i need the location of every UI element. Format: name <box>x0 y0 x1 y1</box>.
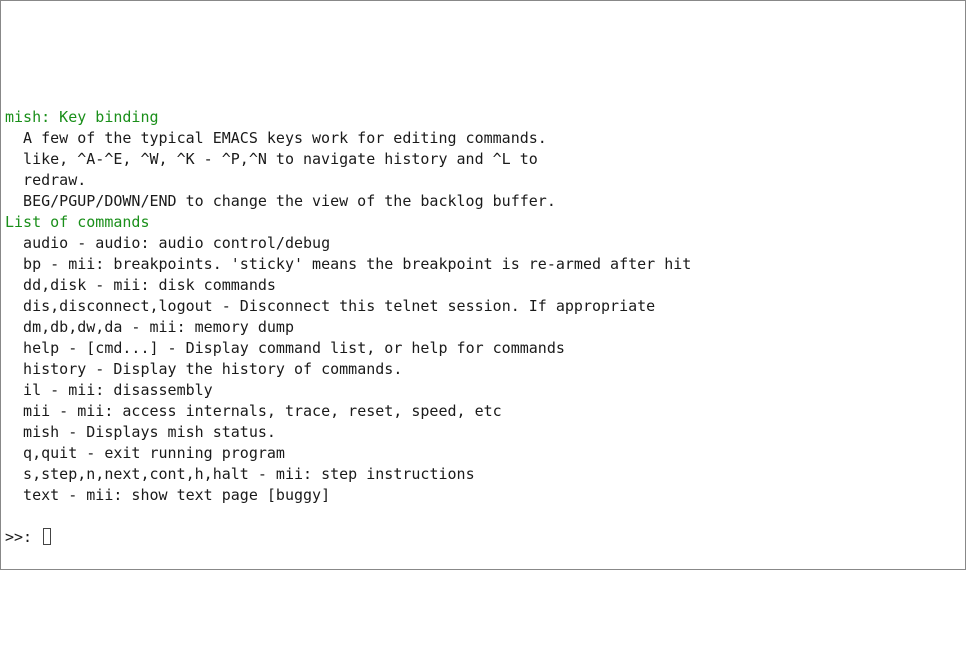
command-name: s,step,n,next,cont,h,halt <box>23 465 249 483</box>
command-desc: Disconnect this telnet session. If appro… <box>240 297 655 315</box>
command-desc: exit running program <box>104 444 285 462</box>
command-name: q,quit <box>23 444 77 462</box>
command-desc: Display command list, or help for comman… <box>186 339 565 357</box>
command-line: audio - audio: audio control/debug <box>5 233 961 254</box>
command-name: dm,db,dw,da <box>23 318 122 336</box>
section-heading-commands: List of commands <box>5 213 150 231</box>
command-line: history - Display the history of command… <box>5 359 961 380</box>
help-line: A few of the typical EMACS keys work for… <box>5 128 961 149</box>
command-name: mii <box>23 402 50 420</box>
command-desc: Displays mish status. <box>86 423 276 441</box>
cursor-icon <box>43 528 51 545</box>
command-line: help - [cmd...] - Display command list, … <box>5 338 961 359</box>
command-desc: audio: audio control/debug <box>95 234 330 252</box>
command-name: history <box>23 360 86 378</box>
command-name: audio <box>23 234 68 252</box>
terminal-output: mish: Key binding A few of the typical E… <box>5 86 961 548</box>
command-line: q,quit - exit running program <box>5 443 961 464</box>
command-line: mii - mii: access internals, trace, rese… <box>5 401 961 422</box>
command-desc: mii: memory dump <box>149 318 294 336</box>
help-line: BEG/PGUP/DOWN/END to change the view of … <box>5 191 961 212</box>
command-desc: mii: disk commands <box>113 276 276 294</box>
prompt-text: >>: <box>5 528 41 546</box>
command-desc: mii: step instructions <box>276 465 475 483</box>
command-desc: mii: show text page [buggy] <box>86 486 330 504</box>
command-name: help - [cmd...] <box>23 339 158 357</box>
command-desc: mii: breakpoints. 'sticky' means the bre… <box>68 255 691 273</box>
command-name: dis,disconnect,logout <box>23 297 213 315</box>
command-name: il <box>23 381 41 399</box>
command-name: bp <box>23 255 41 273</box>
command-line: bp - mii: breakpoints. 'sticky' means th… <box>5 254 961 275</box>
command-name: dd,disk <box>23 276 86 294</box>
command-line: dm,db,dw,da - mii: memory dump <box>5 317 961 338</box>
command-name: mish <box>23 423 59 441</box>
command-desc: mii: access internals, trace, reset, spe… <box>77 402 501 420</box>
command-line: mish - Displays mish status. <box>5 422 961 443</box>
help-line: like, ^A-^E, ^W, ^K - ^P,^N to navigate … <box>5 149 961 170</box>
command-line: dd,disk - mii: disk commands <box>5 275 961 296</box>
command-name: text <box>23 486 59 504</box>
command-desc: mii: disassembly <box>68 381 213 399</box>
command-line: il - mii: disassembly <box>5 380 961 401</box>
prompt-line[interactable]: >>: <box>5 527 961 548</box>
command-line: s,step,n,next,cont,h,halt - mii: step in… <box>5 464 961 485</box>
command-line: dis,disconnect,logout - Disconnect this … <box>5 296 961 317</box>
command-desc: Display the history of commands. <box>113 360 402 378</box>
help-line: redraw. <box>5 170 961 191</box>
section-heading-keybinding: mish: Key binding <box>5 108 159 126</box>
command-line: text - mii: show text page [buggy] <box>5 485 961 506</box>
